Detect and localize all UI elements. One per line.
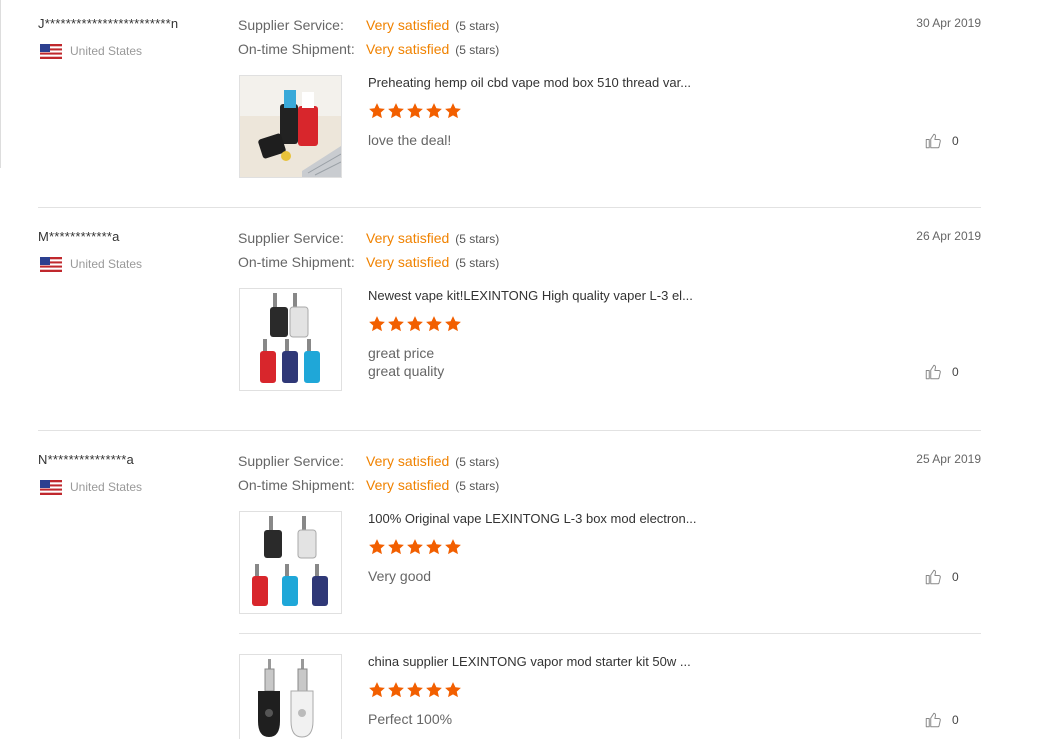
like-count: 0 [952, 713, 959, 727]
product-image[interactable] [239, 75, 342, 178]
product-title-link[interactable]: Preheating hemp oil cbd vape mod box 510… [368, 75, 691, 90]
thumbs-up-icon [925, 364, 941, 380]
star-icon [407, 316, 423, 332]
comment-line: Perfect 100% [368, 711, 453, 727]
shipment-rating: On-time Shipment: Very satisfied (5 stars) [238, 41, 499, 57]
review-2: M************a United States 26 Apr 2019… [38, 229, 981, 409]
review-comment: Very good [368, 567, 431, 585]
star-icon [388, 682, 404, 698]
star-icon [388, 103, 404, 119]
shipment-label: On-time Shipment: [238, 41, 355, 57]
like-button[interactable]: 0 [924, 132, 959, 150]
star-icon [388, 539, 404, 555]
star-icon [388, 316, 404, 332]
thumbs-up-icon [925, 133, 941, 149]
star-icon [407, 682, 423, 698]
buyer-country: United States [70, 480, 143, 494]
comment-line: Very good [368, 568, 432, 584]
star-icon [369, 539, 385, 555]
left-border [0, 0, 1, 168]
star-icon [369, 316, 385, 332]
buyer-name: J************************n [38, 16, 179, 31]
supplier-service-label: Supplier Service: [238, 230, 344, 246]
thumbs-up-icon [925, 712, 941, 728]
review-date: 25 Apr 2019 [916, 452, 981, 466]
buyer-name: M************a [38, 229, 120, 244]
product-image[interactable] [239, 654, 342, 739]
review-date: 26 Apr 2019 [916, 229, 981, 243]
shipment-stars: (5 stars) [455, 479, 500, 493]
review-3: N***************a United States 25 Apr 2… [38, 452, 981, 739]
supplier-service-rating: Supplier Service: Very satisfied (5 stars) [238, 17, 499, 33]
shipment-value: Very satisfied [366, 41, 450, 57]
star-icon [445, 539, 461, 555]
star-icon [407, 539, 423, 555]
star-icon [445, 103, 461, 119]
supplier-service-value: Very satisfied [366, 453, 450, 469]
product-rating-stars [368, 681, 463, 699]
supplier-service-label: Supplier Service: [238, 17, 344, 33]
shipment-stars: (5 stars) [455, 43, 500, 57]
buyer-country: United States [70, 257, 143, 271]
star-icon [426, 103, 442, 119]
supplier-service-stars: (5 stars) [455, 19, 500, 33]
product-title-link[interactable]: Newest vape kit!LEXINTONG High quality v… [368, 288, 693, 303]
buyer-name: N***************a [38, 452, 134, 467]
like-button[interactable]: 0 [924, 568, 959, 586]
star-icon [426, 539, 442, 555]
star-icon [445, 682, 461, 698]
product-rating-stars [368, 538, 463, 556]
review-comment: love the deal! [368, 131, 451, 149]
comment-line: love the deal! [368, 132, 452, 148]
buyer-country: United States [70, 44, 143, 58]
review-comment: great price great quality [368, 344, 444, 380]
review-comment: Perfect 100% [368, 710, 452, 728]
shipment-label: On-time Shipment: [238, 254, 355, 270]
star-icon [445, 316, 461, 332]
like-count: 0 [952, 134, 959, 148]
product-image[interactable] [239, 511, 342, 614]
comment-line: great quality [368, 363, 445, 379]
comment-line: great price [368, 345, 435, 361]
shipment-rating: On-time Shipment: Very satisfied (5 stars) [238, 477, 499, 493]
star-icon [369, 682, 385, 698]
review-divider [38, 207, 981, 208]
product-title-link[interactable]: 100% Original vape LEXINTONG L-3 box mod… [368, 511, 697, 526]
supplier-service-label: Supplier Service: [238, 453, 344, 469]
review-divider [38, 430, 981, 431]
like-button[interactable]: 0 [924, 711, 959, 729]
supplier-service-rating: Supplier Service: Very satisfied (5 stars) [238, 453, 499, 469]
us-flag-icon [40, 44, 62, 59]
shipment-label: On-time Shipment: [238, 477, 355, 493]
star-icon [426, 682, 442, 698]
thumbs-up-icon [925, 569, 941, 585]
like-button[interactable]: 0 [924, 363, 959, 381]
us-flag-icon [40, 257, 62, 272]
star-icon [369, 103, 385, 119]
star-icon [426, 316, 442, 332]
shipment-rating: On-time Shipment: Very satisfied (5 stars) [238, 254, 499, 270]
us-flag-icon [40, 480, 62, 495]
supplier-service-value: Very satisfied [366, 230, 450, 246]
supplier-service-value: Very satisfied [366, 17, 450, 33]
product-rating-stars [368, 315, 463, 333]
supplier-service-stars: (5 stars) [455, 455, 500, 469]
item-divider [239, 633, 981, 634]
shipment-value: Very satisfied [366, 477, 450, 493]
product-image[interactable] [239, 288, 342, 391]
like-count: 0 [952, 365, 959, 379]
review-1: J************************n United States… [38, 16, 981, 186]
review-date: 30 Apr 2019 [916, 16, 981, 30]
shipment-stars: (5 stars) [455, 256, 500, 270]
supplier-service-stars: (5 stars) [455, 232, 500, 246]
supplier-service-rating: Supplier Service: Very satisfied (5 stars) [238, 230, 499, 246]
product-rating-stars [368, 102, 463, 120]
like-count: 0 [952, 570, 959, 584]
star-icon [407, 103, 423, 119]
shipment-value: Very satisfied [366, 254, 450, 270]
product-title-link[interactable]: china supplier LEXINTONG vapor mod start… [368, 654, 691, 669]
